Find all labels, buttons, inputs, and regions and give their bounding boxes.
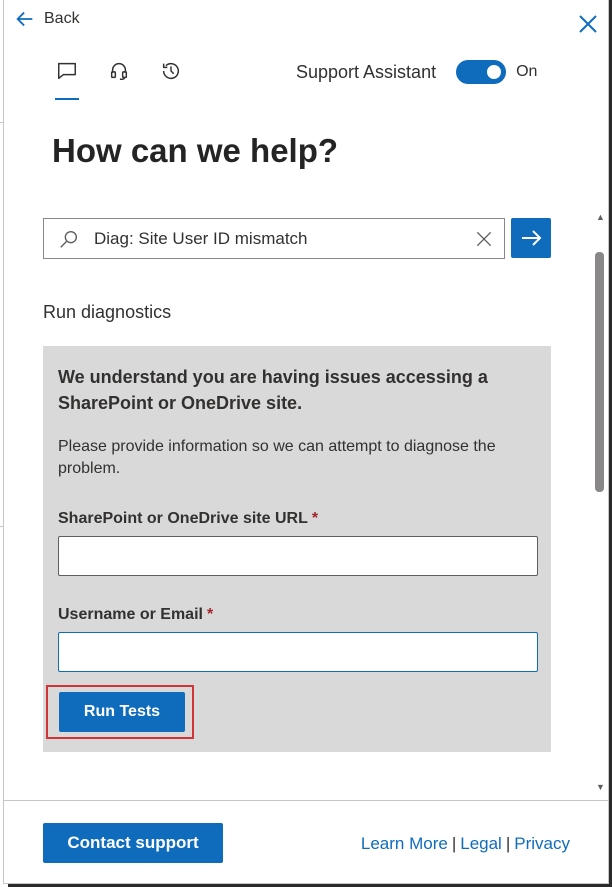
tab-bar [52, 58, 186, 100]
back-label: Back [44, 10, 80, 27]
scrollbar-thumb[interactable] [595, 252, 604, 492]
history-icon [162, 63, 180, 80]
link-separator: | [451, 834, 457, 853]
chat-icon [58, 62, 76, 80]
arrow-left-icon [16, 11, 33, 27]
privacy-link[interactable]: Privacy [514, 834, 570, 853]
support-panel: Back Support Assistant On How can we hel… [3, 0, 609, 884]
contact-support-button[interactable]: Contact support [43, 823, 223, 863]
username-input[interactable] [58, 632, 538, 672]
scrollbar[interactable]: ▲ ▼ [592, 210, 608, 800]
section-title: Run diagnostics [43, 302, 172, 322]
tab-history[interactable] [156, 58, 186, 100]
search-input[interactable] [94, 228, 454, 249]
tab-headset[interactable] [104, 58, 134, 100]
username-label-text: Username or Email [58, 606, 203, 623]
clear-icon[interactable] [474, 229, 494, 249]
close-icon[interactable] [576, 12, 600, 36]
support-assistant-toggle[interactable] [456, 60, 507, 84]
headset-icon [110, 62, 128, 80]
footer: Contact support Learn More | Legal | Privacy [4, 800, 608, 883]
page-title: How can we help? [52, 132, 339, 169]
site-url-input[interactable] [58, 536, 538, 576]
tab-chat[interactable] [52, 58, 82, 100]
content-area: How can we help? Run diagnostics We unde… [4, 100, 594, 800]
search-icon [60, 230, 78, 248]
diagnostics-card: We understand you are having issues acce… [43, 346, 551, 752]
search-submit-button[interactable] [511, 218, 551, 258]
legal-link[interactable]: Legal [460, 834, 502, 853]
required-marker: * [311, 510, 319, 527]
card-description: Please provide information so we can att… [58, 438, 496, 477]
url-label: SharePoint or OneDrive site URL * [58, 510, 318, 528]
url-label-text: SharePoint or OneDrive site URL [58, 510, 308, 527]
support-assistant-label: Support Assistant [296, 61, 437, 82]
required-marker: * [206, 606, 214, 623]
toggle-knob [487, 65, 502, 79]
toggle-state-label: On [516, 63, 538, 80]
scroll-down-icon[interactable]: ▼ [596, 783, 605, 792]
scroll-up-icon[interactable]: ▲ [596, 213, 605, 222]
learn-more-link[interactable]: Learn More [361, 834, 448, 853]
link-separator: | [505, 834, 511, 853]
footer-links: Learn More | Legal | Privacy [361, 834, 570, 854]
run-tests-button[interactable]: Run Tests [59, 692, 185, 732]
username-label: Username or Email * [58, 606, 213, 624]
card-heading: We understand you are having issues acce… [58, 367, 488, 413]
search-box [43, 218, 505, 259]
highlight-box: Run Tests [46, 685, 194, 739]
arrow-right-icon [522, 230, 542, 246]
back-button[interactable]: Back [14, 8, 80, 30]
support-assistant-switch: Support Assistant On [296, 60, 537, 84]
